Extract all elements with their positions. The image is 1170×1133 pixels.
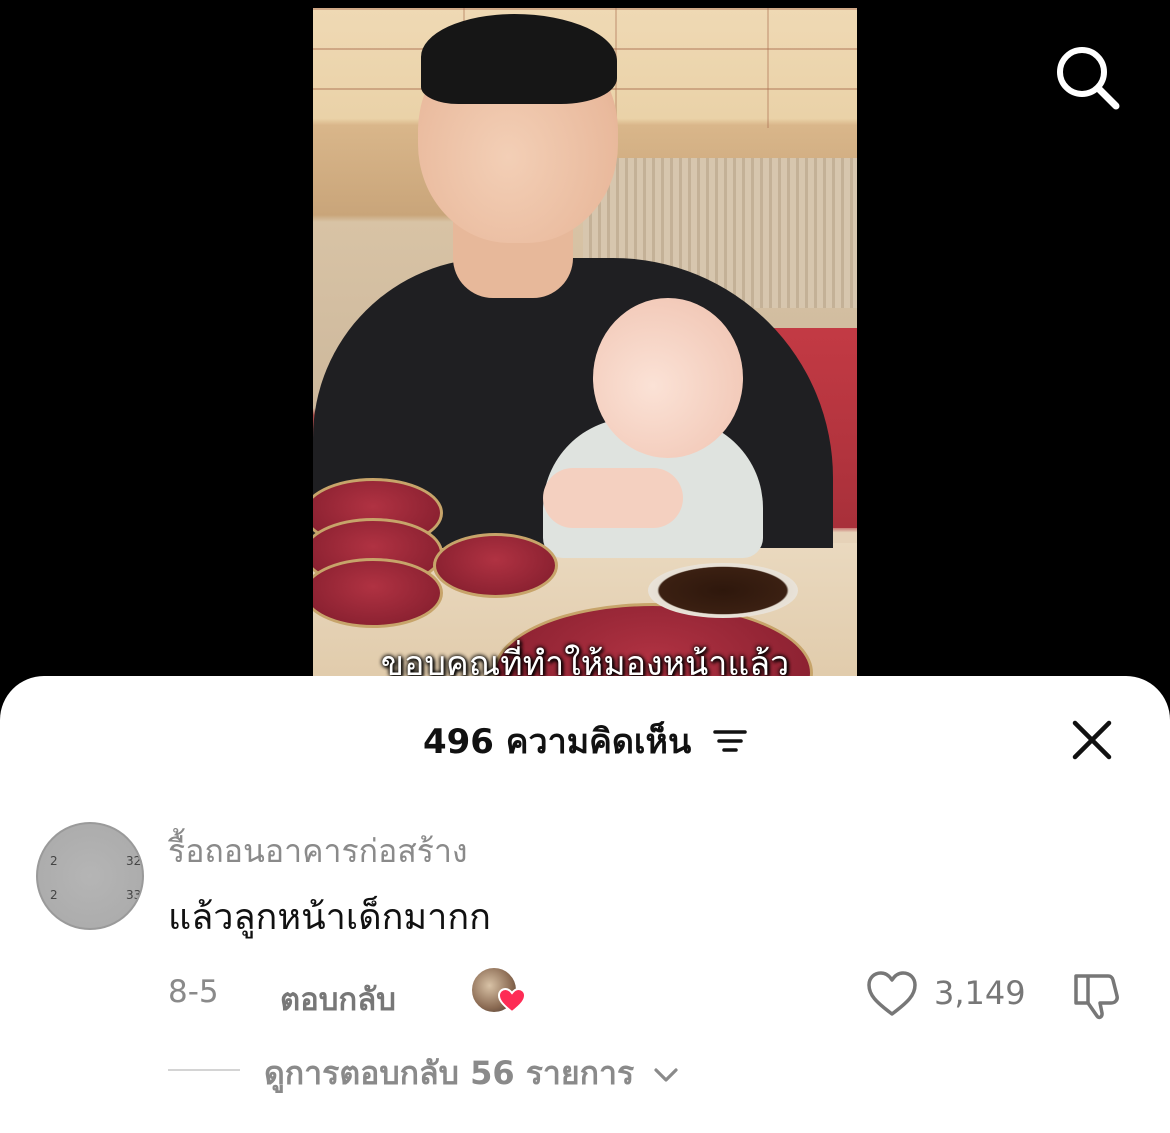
avatar-text: 2 bbox=[50, 888, 58, 902]
plate-single bbox=[433, 533, 558, 598]
comment-text: แล้วลูกหน้าเด็กมากก bbox=[168, 897, 491, 938]
search-icon bbox=[1057, 47, 1120, 110]
avatar-text: 32 bbox=[126, 854, 142, 868]
comments-sheet: 496 ความคิดเห็น 2 32 2 33 รื้อถอนอาคารก่… bbox=[0, 676, 1170, 1133]
comments-header: 496 ความคิดเห็น bbox=[0, 714, 1170, 768]
soy-sauce-dish bbox=[648, 563, 798, 618]
view-replies-label: ดูการตอบกลับ 56 รายการ bbox=[264, 1054, 635, 1092]
heart-icon bbox=[498, 988, 526, 1014]
dislike-icon[interactable] bbox=[1070, 970, 1124, 1024]
baby-head bbox=[593, 298, 743, 458]
video-player[interactable]: ขอบคุณที่ทำให้มองหน้าแล้ว bbox=[313, 8, 857, 698]
avatar-text: 33 bbox=[126, 888, 142, 902]
comments-count: 496 bbox=[422, 722, 494, 762]
creator-liked-badge bbox=[470, 966, 526, 1018]
close-icon bbox=[1072, 720, 1112, 760]
view-replies-button[interactable]: ดูการตอบกลับ 56 รายการ bbox=[264, 1048, 679, 1099]
sort-icon[interactable] bbox=[713, 724, 747, 764]
replies-divider bbox=[168, 1069, 240, 1071]
chevron-down-icon bbox=[654, 1068, 678, 1082]
baby-hands bbox=[543, 468, 683, 528]
search-button[interactable] bbox=[1050, 40, 1122, 112]
avatar-text: 2 bbox=[50, 854, 58, 868]
comment-date: 8-5 bbox=[168, 974, 219, 1010]
reply-button[interactable]: ตอบกลับ bbox=[280, 974, 396, 1024]
man-hair bbox=[421, 14, 617, 104]
close-button[interactable] bbox=[1068, 716, 1116, 764]
like-heart-icon[interactable] bbox=[866, 970, 918, 1018]
comment-username[interactable]: รื้อถอนอาคารก่อสร้าง bbox=[168, 826, 468, 877]
like-count: 3,149 bbox=[934, 974, 1026, 1012]
commenter-avatar[interactable]: 2 32 2 33 bbox=[36, 822, 144, 930]
comments-title-label: ความคิดเห็น bbox=[505, 722, 692, 762]
